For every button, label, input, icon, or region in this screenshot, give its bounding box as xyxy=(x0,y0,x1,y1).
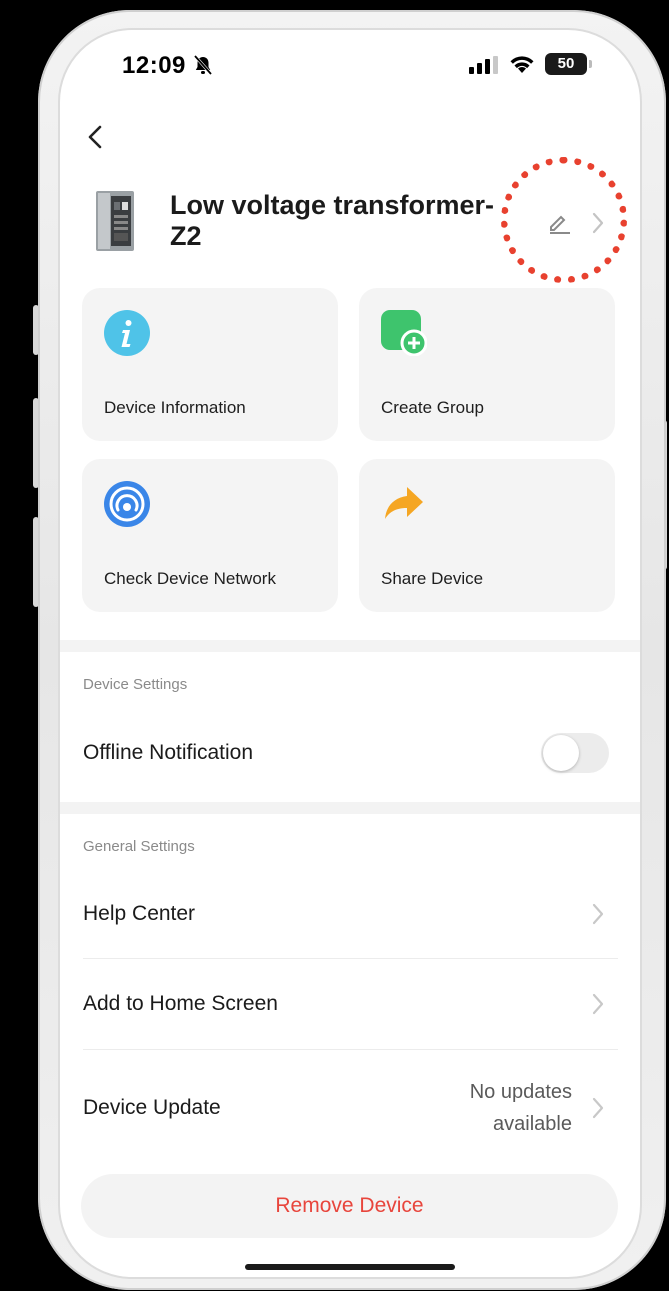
back-chevron-icon[interactable] xyxy=(82,122,112,152)
device-name-title: Low voltage transformer-Z2 xyxy=(170,190,495,251)
bell-muted-icon xyxy=(193,55,213,75)
update-status-line1: No updates xyxy=(469,1081,572,1103)
battery-tip xyxy=(589,60,592,68)
battery-icon: 50 xyxy=(545,53,587,75)
add-to-home-screen-row[interactable]: Add to Home Screen xyxy=(83,992,278,1016)
share-arrow-icon xyxy=(385,487,423,519)
share-device-card[interactable]: Share Device xyxy=(359,459,615,612)
battery-level: 50 xyxy=(557,55,575,72)
device-settings-title: Device Settings xyxy=(83,676,188,693)
row-divider xyxy=(83,958,618,959)
cellular-signal-icon xyxy=(469,56,498,74)
create-group-icon xyxy=(381,310,427,356)
row-divider xyxy=(83,1049,618,1050)
help-center-row[interactable]: Help Center xyxy=(83,902,195,926)
section-separator xyxy=(60,640,640,652)
toggle-knob xyxy=(543,735,579,771)
check-device-network-card[interactable]: Check Device Network xyxy=(82,459,338,612)
device-information-label: Device Information xyxy=(104,398,246,417)
device-update-chevron-icon xyxy=(592,1097,604,1119)
network-icon xyxy=(104,481,150,527)
offline-notification-label: Offline Notification xyxy=(83,741,254,764)
general-settings-title: General Settings xyxy=(83,838,195,855)
wifi-icon xyxy=(510,56,534,73)
create-group-label: Create Group xyxy=(381,398,484,417)
create-group-card[interactable]: Create Group xyxy=(359,288,615,441)
home-indicator xyxy=(245,1264,455,1270)
update-status-line2: available xyxy=(493,1113,572,1135)
status-time: 12:09 xyxy=(122,52,186,79)
remove-device-button[interactable]: Remove Device xyxy=(81,1174,618,1238)
device-update-row[interactable]: Device Update xyxy=(83,1096,221,1120)
device-update-status: No updates available xyxy=(440,1076,572,1140)
section-separator xyxy=(60,802,640,814)
add-to-home-chevron-icon xyxy=(592,993,604,1015)
highlight-circle xyxy=(501,157,627,283)
offline-notification-toggle[interactable] xyxy=(541,733,609,773)
share-device-label: Share Device xyxy=(381,569,484,588)
device-thumbnail-icon xyxy=(96,191,134,251)
help-center-chevron-icon xyxy=(592,903,604,925)
phone-screen: 12:09 50 Low voltage transformer-Z2 Devi… xyxy=(60,30,640,1277)
check-device-network-label: Check Device Network xyxy=(104,569,276,588)
info-icon xyxy=(104,310,150,356)
device-information-card[interactable]: Device Information xyxy=(82,288,338,441)
